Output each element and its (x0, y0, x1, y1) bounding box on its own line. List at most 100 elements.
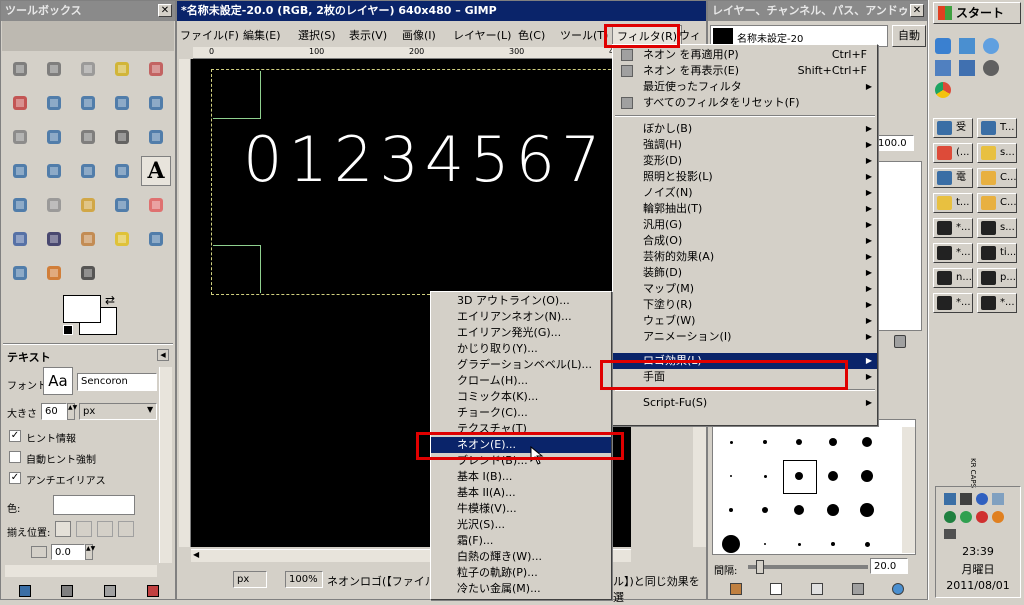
logo-submenu-item[interactable]: 霜(F)... (431, 533, 611, 549)
size-unit-select[interactable]: px (79, 403, 157, 420)
filters-menu-item[interactable]: 最近使ったフィルタ ▶ (613, 79, 877, 95)
lasso-icon[interactable] (73, 54, 103, 84)
indent-field[interactable]: 0.0 (51, 544, 85, 560)
rect-select-icon[interactable] (5, 54, 35, 84)
brush-preset[interactable] (729, 508, 733, 512)
logo-submenu-item[interactable]: かじり取り(Y)... (431, 341, 611, 357)
filters-menu-item[interactable]: ネオン を再表示(E) Shift+Ctrl+F (613, 63, 877, 79)
blur-icon[interactable] (5, 258, 35, 288)
brush-preset[interactable] (762, 507, 768, 513)
taskbar-button[interactable]: 電 (933, 168, 973, 188)
logo-submenu-item[interactable]: 光沢(S)... (431, 517, 611, 533)
size-field[interactable]: 60 (41, 403, 67, 420)
scale-icon[interactable] (5, 156, 35, 186)
edit-brush-icon[interactable] (730, 583, 742, 595)
filters-menu-item[interactable]: 芸術的効果(A) ▶ (613, 249, 877, 265)
chevron-down-icon[interactable]: ▼ (147, 405, 153, 414)
tray-icon-7[interactable] (976, 511, 988, 523)
filters-menu-item[interactable]: 汎用(G) ▶ (613, 217, 877, 233)
layers-dock-close-button[interactable]: ✕ (910, 4, 924, 17)
default-colors-icon[interactable] (63, 325, 73, 335)
brush-preset[interactable] (861, 470, 873, 482)
menu-select[interactable]: 選択(S) (298, 27, 336, 43)
justify-left-button[interactable] (55, 521, 71, 537)
bucket-fill-icon[interactable] (5, 190, 35, 220)
justify-right-button[interactable] (76, 521, 92, 537)
crop-icon[interactable] (107, 122, 137, 152)
ellipse-select-icon[interactable] (39, 54, 69, 84)
menu-view[interactable]: 表示(V) (349, 27, 387, 43)
brush-preset[interactable] (796, 439, 802, 445)
status-zoom-select[interactable]: 100% (285, 571, 323, 588)
tray-icon-6[interactable] (960, 511, 972, 523)
font-preview-button[interactable]: Aa (43, 367, 73, 395)
force-hint-checkbox[interactable] (9, 451, 21, 463)
foreground-select-icon[interactable] (39, 88, 69, 118)
filters-menu-item[interactable]: 下塗り(R) ▶ (613, 297, 877, 313)
antialias-checkbox[interactable]: ✓ (9, 472, 21, 484)
tray-icon-8[interactable] (992, 511, 1004, 523)
taskbar-button[interactable]: C... (977, 168, 1017, 188)
filters-menu-item[interactable]: ノイズ(N) ▶ (613, 185, 877, 201)
heal-icon[interactable] (107, 224, 137, 254)
brush-preset[interactable] (864, 541, 870, 547)
align-icon[interactable] (73, 122, 103, 152)
filters-menu-item[interactable]: すべてのフィルタをリセット(F) (613, 95, 877, 111)
logo-submenu-item[interactable]: コミック本(K)... (431, 389, 611, 405)
logo-submenu-item[interactable]: 3D アウトライン(O)... (431, 293, 611, 309)
toolbox-titlebar[interactable]: ツールボックス (1, 1, 175, 21)
tray-icon-4[interactable] (992, 493, 1004, 505)
taskbar-button[interactable]: n... (933, 268, 973, 288)
filters-menu-item[interactable]: ネオン を再適用(P) Ctrl+F (613, 47, 877, 63)
brush-preset[interactable] (828, 471, 838, 481)
logo-submenu-item[interactable]: 牛模様(V)... (431, 501, 611, 517)
scroll-left-icon[interactable]: ◀ (193, 550, 199, 559)
eraser-icon[interactable] (141, 190, 171, 220)
filters-menu-item[interactable]: 変形(D) ▶ (613, 153, 877, 169)
taskbar-button[interactable]: 受 (933, 118, 973, 138)
move-icon[interactable] (39, 122, 69, 152)
foreground-color-swatch[interactable] (63, 295, 101, 323)
quicklaunch-ie-icon[interactable] (935, 38, 951, 54)
auto-button[interactable]: 自動 (892, 25, 926, 47)
color-select-icon[interactable] (141, 54, 171, 84)
brush-preset[interactable] (860, 503, 874, 517)
filters-menu-item[interactable]: ウェブ(W) ▶ (613, 313, 877, 329)
language-bar[interactable]: KR CAPS (969, 458, 977, 488)
new-brush-icon[interactable] (770, 583, 782, 595)
brush-preset[interactable] (763, 474, 767, 478)
taskbar-button[interactable]: t... (933, 193, 973, 213)
brush-preset[interactable] (729, 440, 733, 444)
menu-layer[interactable]: レイヤー(L) (453, 27, 511, 43)
brush-preset[interactable] (794, 505, 804, 515)
tray-icon-2[interactable] (960, 493, 972, 505)
taskbar-button[interactable]: ti... (977, 243, 1017, 263)
brush-preset[interactable] (763, 440, 767, 444)
clock-time[interactable]: 23:39 (936, 545, 1020, 558)
brush-preset[interactable] (797, 542, 801, 546)
taskbar-button[interactable]: C... (977, 193, 1017, 213)
justify-fill-button[interactable] (118, 521, 134, 537)
refresh-brushes-icon[interactable] (892, 583, 904, 595)
filters-menu-item[interactable]: マップ(M) ▶ (613, 281, 877, 297)
delete-layer-icon[interactable] (894, 335, 906, 348)
font-name-field[interactable]: Sencoron (77, 373, 157, 391)
paintbrush-icon[interactable] (107, 190, 137, 220)
opacity-field[interactable]: 100.0 (874, 135, 914, 151)
filters-menu-item[interactable]: 合成(O) ▶ (613, 233, 877, 249)
logo-submenu-item[interactable]: 粒子の軌跡(P)... (431, 565, 611, 581)
tray-icon-3[interactable] (976, 493, 988, 505)
shear-icon[interactable] (39, 156, 69, 186)
toolbox-hscrollbar[interactable] (5, 565, 157, 577)
quicklaunch-app2-icon[interactable] (959, 60, 975, 76)
airbrush-icon[interactable] (5, 224, 35, 254)
filters-menu-item[interactable]: 装飾(D) ▶ (613, 265, 877, 281)
menu-image[interactable]: 画像(I) (402, 27, 436, 43)
menu-colors[interactable]: 色(C) (518, 27, 545, 43)
filters-menu-item[interactable]: ぼかし(B) ▶ (613, 121, 877, 137)
tray-icon-1[interactable] (944, 493, 956, 505)
paths-icon[interactable] (73, 88, 103, 118)
perspective-clone-icon[interactable] (141, 224, 171, 254)
save-options-icon[interactable] (19, 585, 31, 597)
reset-options-icon[interactable] (147, 585, 159, 597)
